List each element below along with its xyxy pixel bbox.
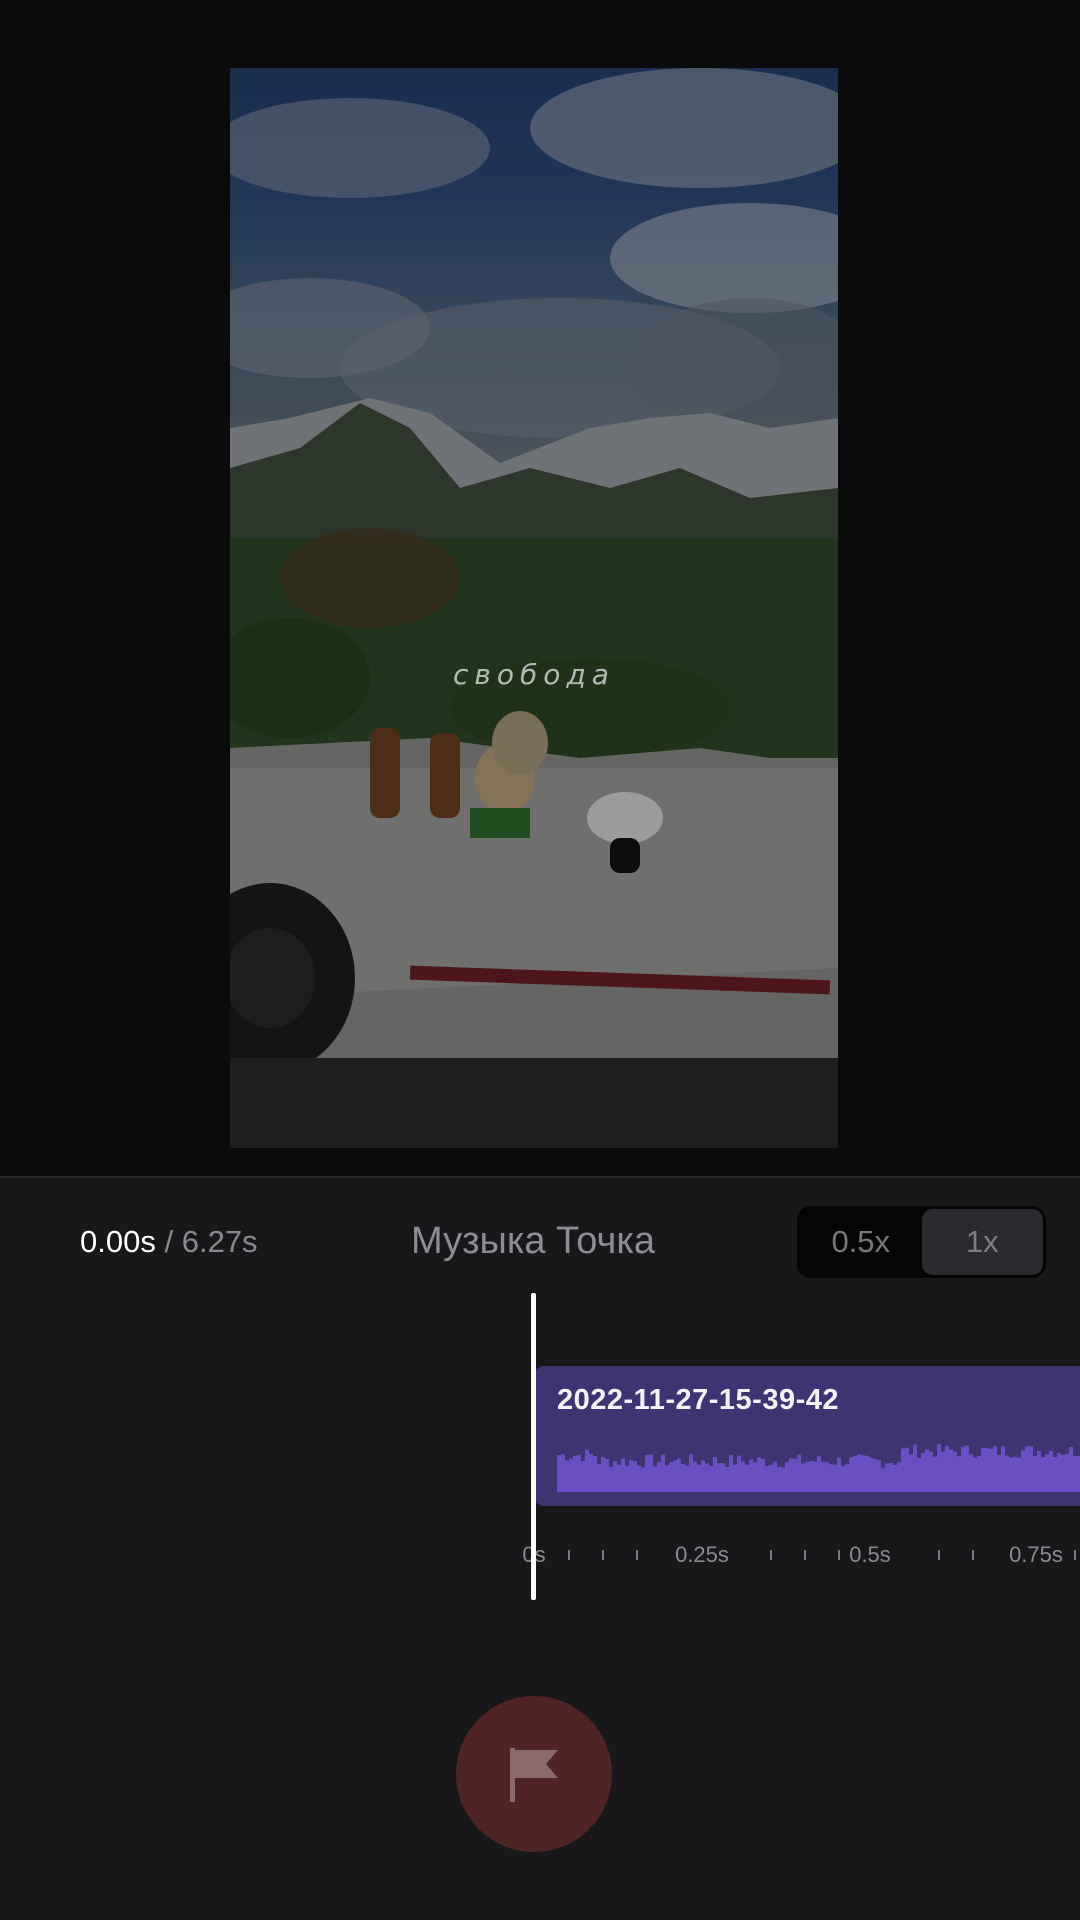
speed-option-1x[interactable]: 1x xyxy=(921,1209,1043,1275)
ruler-tick xyxy=(804,1550,806,1560)
speed-option-0-5x[interactable]: 0.5x xyxy=(800,1209,922,1275)
ruler-tick xyxy=(1074,1550,1076,1560)
ruler-label-0-75s: 0.75s xyxy=(1009,1542,1063,1567)
add-marker-button[interactable] xyxy=(456,1696,612,1852)
ruler-tick xyxy=(568,1550,570,1560)
speed-toggle[interactable]: 0.5x 1x xyxy=(797,1206,1046,1278)
audio-clip[interactable]: 2022-11-27-15-39-42 xyxy=(535,1366,1080,1506)
editor-panel: 0.00s / 6.27s Музыка Точка 0.5x 1x 2022-… xyxy=(0,1178,1080,1920)
audio-waveform xyxy=(557,1444,1080,1492)
flag-icon xyxy=(510,1748,558,1802)
video-preview-area: свобода xyxy=(0,0,1080,1176)
ruler-tick xyxy=(770,1550,772,1560)
preview-dim-overlay xyxy=(230,68,838,1148)
ruler-tick xyxy=(602,1550,604,1560)
timeline-ruler[interactable]: 0s 0.25s 0.5s 0.75s xyxy=(0,1540,1080,1580)
video-caption[interactable]: свобода xyxy=(230,658,838,691)
video-preview[interactable]: свобода xyxy=(230,68,838,1148)
ruler-label-0-25s: 0.25s xyxy=(675,1542,729,1567)
ruler-tick xyxy=(972,1550,974,1560)
ruler-tick xyxy=(838,1550,840,1560)
ruler-label-0-5s: 0.5s xyxy=(849,1542,891,1567)
playhead[interactable] xyxy=(531,1293,536,1600)
clip-name: 2022-11-27-15-39-42 xyxy=(557,1384,839,1416)
ruler-tick xyxy=(636,1550,638,1560)
ruler-tick xyxy=(938,1550,940,1560)
